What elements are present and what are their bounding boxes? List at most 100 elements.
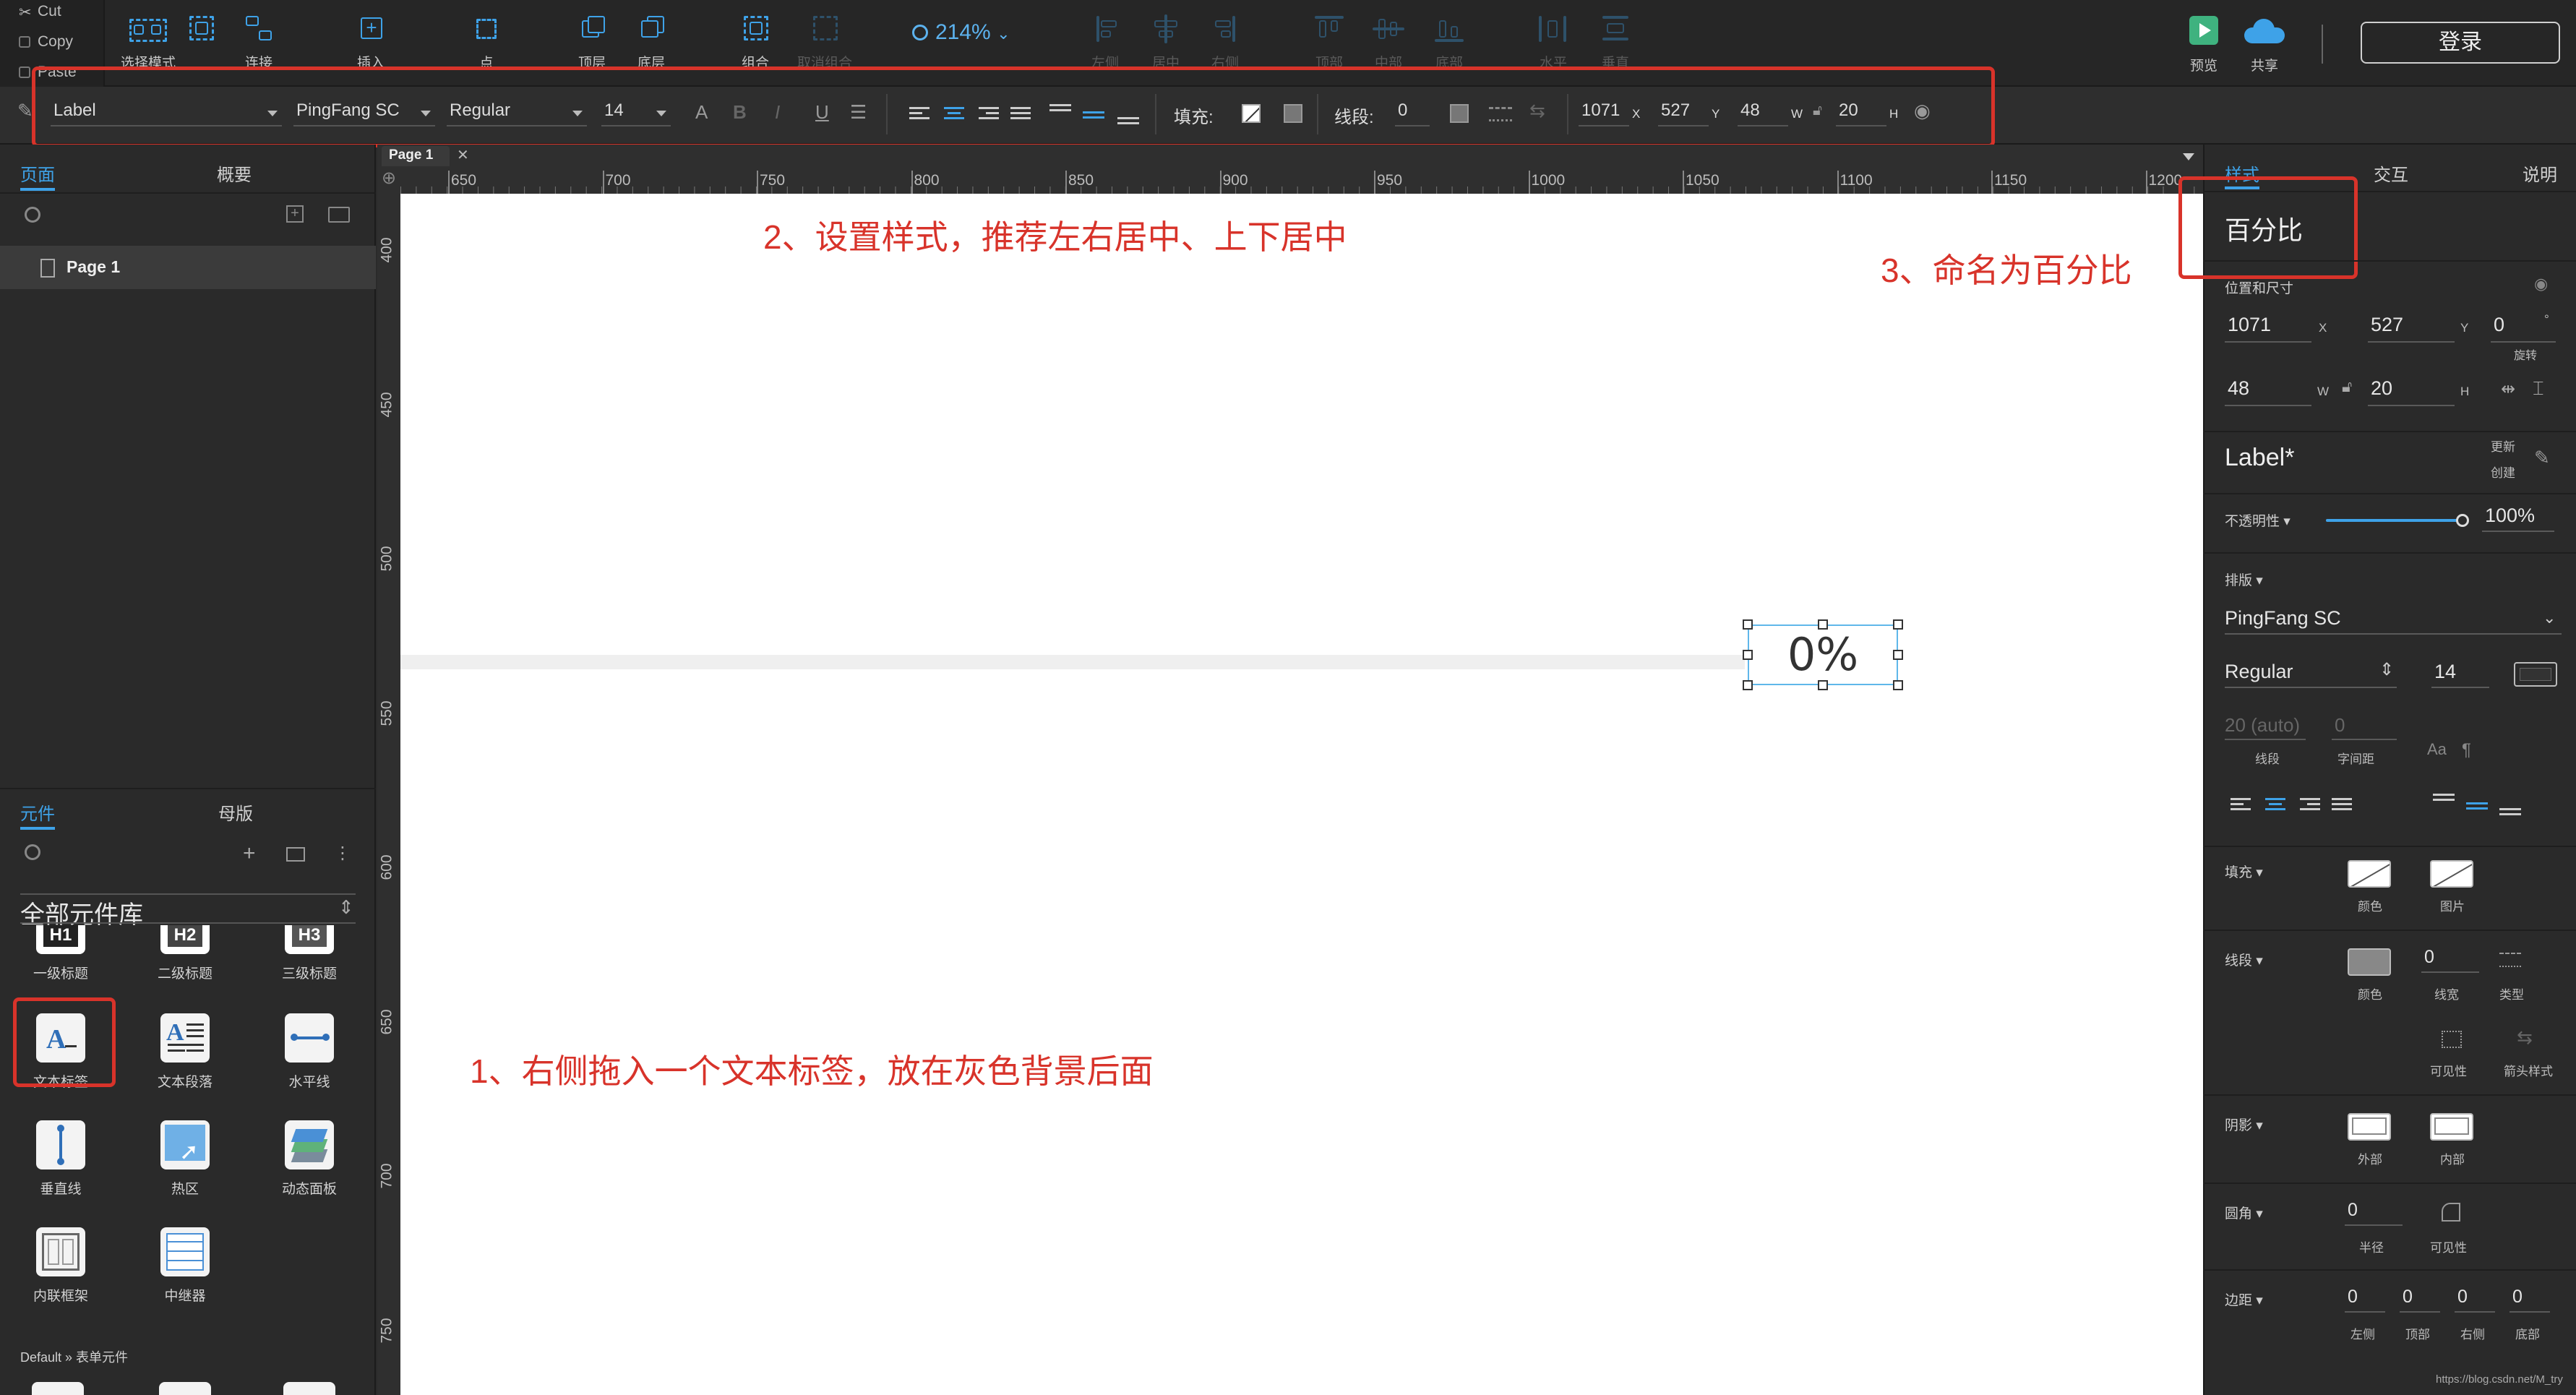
text-align-left-icon[interactable] — [2231, 798, 2251, 813]
resize-handle[interactable] — [1743, 619, 1753, 630]
arrow-style-icon[interactable]: ⇆ — [2517, 1026, 2533, 1049]
tabs-dropdown-icon[interactable] — [2183, 153, 2194, 160]
resize-handle[interactable] — [1893, 619, 1903, 630]
opacity-slider[interactable] — [2326, 514, 2469, 527]
text-justify-icon[interactable] — [2332, 798, 2352, 813]
outer-shadow-swatch[interactable] — [2348, 1113, 2391, 1141]
stroke-type-icon[interactable] — [2499, 953, 2521, 967]
resize-handle[interactable] — [1893, 680, 1903, 690]
text-shadow-icon[interactable]: ¶ — [2462, 740, 2471, 760]
eye-icon[interactable]: ◉ — [2534, 275, 2548, 293]
distribute-vertical-button[interactable]: 垂直 — [1583, 10, 1648, 75]
width-input[interactable]: 48 — [2228, 377, 2249, 400]
widget-text-paragraph[interactable]: A 文本段落 — [142, 1013, 228, 1091]
share-button[interactable]: 共享 — [2232, 12, 2297, 74]
padding-bottom-input[interactable]: 0 — [2512, 1287, 2523, 1308]
lock-icon[interactable]: 🔓︎ — [2342, 377, 2352, 396]
line-height-input[interactable]: 20 (auto) — [2225, 714, 2300, 737]
widget-heading3[interactable]: H3 三级标题 — [266, 925, 353, 982]
fill-image-swatch[interactable] — [2430, 860, 2473, 888]
font-family-dropdown[interactable]: PingFang SC — [2225, 607, 2341, 630]
add-folder-icon[interactable] — [328, 207, 350, 223]
letter-spacing-input[interactable]: 0 — [2335, 714, 2345, 737]
stroke-width-input[interactable]: 0 — [2424, 947, 2434, 968]
library-stack-icon[interactable] — [286, 847, 305, 862]
widget-dynamic-panel[interactable]: 动态面板 — [266, 1120, 353, 1198]
update-style-link[interactable]: 更新 — [2491, 437, 2515, 455]
widget-partial[interactable] — [32, 1382, 84, 1395]
insert-button[interactable]: + 插入 — [338, 10, 403, 75]
rotation-input[interactable]: 0 — [2494, 314, 2504, 336]
search-icon[interactable] — [25, 207, 40, 223]
widget-vertical-line[interactable]: 垂直线 — [17, 1120, 104, 1198]
inner-shadow-swatch[interactable] — [2430, 1113, 2473, 1141]
bring-to-front-button[interactable]: 顶层 — [559, 10, 624, 75]
search-icon[interactable] — [25, 844, 40, 860]
copy-button[interactable]: Copy — [19, 33, 73, 51]
text-color-swatch[interactable] — [2514, 662, 2557, 687]
widget-partial[interactable] — [159, 1382, 211, 1395]
percentage-label[interactable]: 0% — [1748, 624, 1898, 685]
valign-bottom-icon[interactable] — [2499, 808, 2521, 818]
align-middle-button[interactable]: 中部 — [1356, 10, 1421, 75]
tab-interactions[interactable]: 交互 — [2374, 160, 2408, 186]
tab-pages[interactable]: 页面 — [20, 160, 55, 186]
align-left-button[interactable]: 左侧 — [1073, 10, 1138, 75]
widget-inline-frame[interactable]: 内联框架 — [17, 1227, 104, 1305]
font-weight-dropdown[interactable]: Regular — [2225, 661, 2293, 683]
cut-button[interactable]: ✂ Cut — [19, 3, 61, 21]
valign-top-icon[interactable] — [2433, 794, 2455, 804]
tab-masters[interactable]: 母版 — [218, 799, 253, 825]
x-input[interactable]: 1071 — [2228, 314, 2271, 336]
widget-partial[interactable] — [283, 1382, 335, 1395]
align-right-button[interactable]: 右侧 — [1193, 10, 1258, 75]
fit-width-icon[interactable]: ⇹ — [2501, 379, 2515, 400]
progress-bar-background[interactable] — [400, 655, 1745, 669]
font-size-input[interactable]: 14 — [2434, 661, 2456, 683]
group-button[interactable]: 组合 — [723, 10, 788, 75]
page-list-item[interactable]: Page 1 — [0, 246, 376, 289]
tab-page-1[interactable]: Page 1 — [382, 146, 450, 166]
select-contained-button[interactable]: 连接 — [168, 10, 233, 75]
distribute-horizontal-button[interactable]: 水平 — [1521, 10, 1586, 75]
padding-right-input[interactable]: 0 — [2457, 1287, 2468, 1308]
padding-top-input[interactable]: 0 — [2403, 1287, 2413, 1308]
ungroup-button[interactable]: 取消组合 — [792, 10, 857, 75]
height-input[interactable]: 20 — [2371, 377, 2392, 400]
opacity-slider-knob[interactable] — [2456, 514, 2469, 527]
design-canvas[interactable] — [400, 194, 2203, 1395]
edit-style-icon[interactable]: ✎ — [17, 100, 33, 122]
padding-left-input[interactable]: 0 — [2348, 1287, 2358, 1308]
resize-handle[interactable] — [1743, 650, 1753, 660]
connect-button[interactable]: 连接 — [226, 10, 291, 75]
resize-handle[interactable] — [1893, 650, 1903, 660]
text-align-center-icon[interactable] — [2265, 798, 2285, 813]
login-button[interactable]: 登录 — [2361, 22, 2560, 64]
align-bottom-button[interactable]: 底部 — [1417, 10, 1482, 75]
preview-button[interactable]: 预览 — [2171, 12, 2236, 74]
tab-notes[interactable]: 说明 — [2523, 160, 2557, 186]
resize-handle[interactable] — [1743, 680, 1753, 690]
text-case-icon[interactable]: Aa — [2427, 740, 2447, 759]
more-options-icon[interactable]: ⋮ — [334, 843, 351, 864]
text-align-right-icon[interactable] — [2300, 798, 2320, 813]
edit-style-icon[interactable]: ✎ — [2534, 447, 2550, 469]
fill-color-swatch[interactable] — [2348, 860, 2391, 888]
tab-widgets[interactable]: 元件 — [20, 799, 55, 825]
style-name[interactable]: Label* — [2225, 444, 2294, 472]
add-library-icon[interactable]: + — [243, 841, 256, 866]
valign-middle-icon[interactable] — [2466, 802, 2488, 812]
fit-height-icon[interactable]: ⌶ — [2533, 377, 2544, 400]
stroke-visibility-icon[interactable] — [2442, 1031, 2462, 1048]
corner-radius-input[interactable]: 0 — [2348, 1200, 2358, 1221]
align-top-button[interactable]: 顶部 — [1297, 10, 1362, 75]
send-to-back-button[interactable]: 底层 — [619, 10, 684, 75]
zoom-dropdown[interactable]: 214% ⌄ — [912, 20, 1010, 45]
widget-horizontal-line[interactable]: 水平线 — [266, 1013, 353, 1091]
corner-visibility-icon[interactable] — [2442, 1203, 2460, 1222]
widget-heading2[interactable]: H2 二级标题 — [142, 925, 228, 982]
align-center-button[interactable]: 居中 — [1133, 10, 1198, 75]
close-tab-icon[interactable]: ✕ — [457, 146, 469, 164]
resize-handle[interactable] — [1818, 680, 1828, 690]
widget-hotspot[interactable]: ➚ 热区 — [142, 1120, 228, 1198]
